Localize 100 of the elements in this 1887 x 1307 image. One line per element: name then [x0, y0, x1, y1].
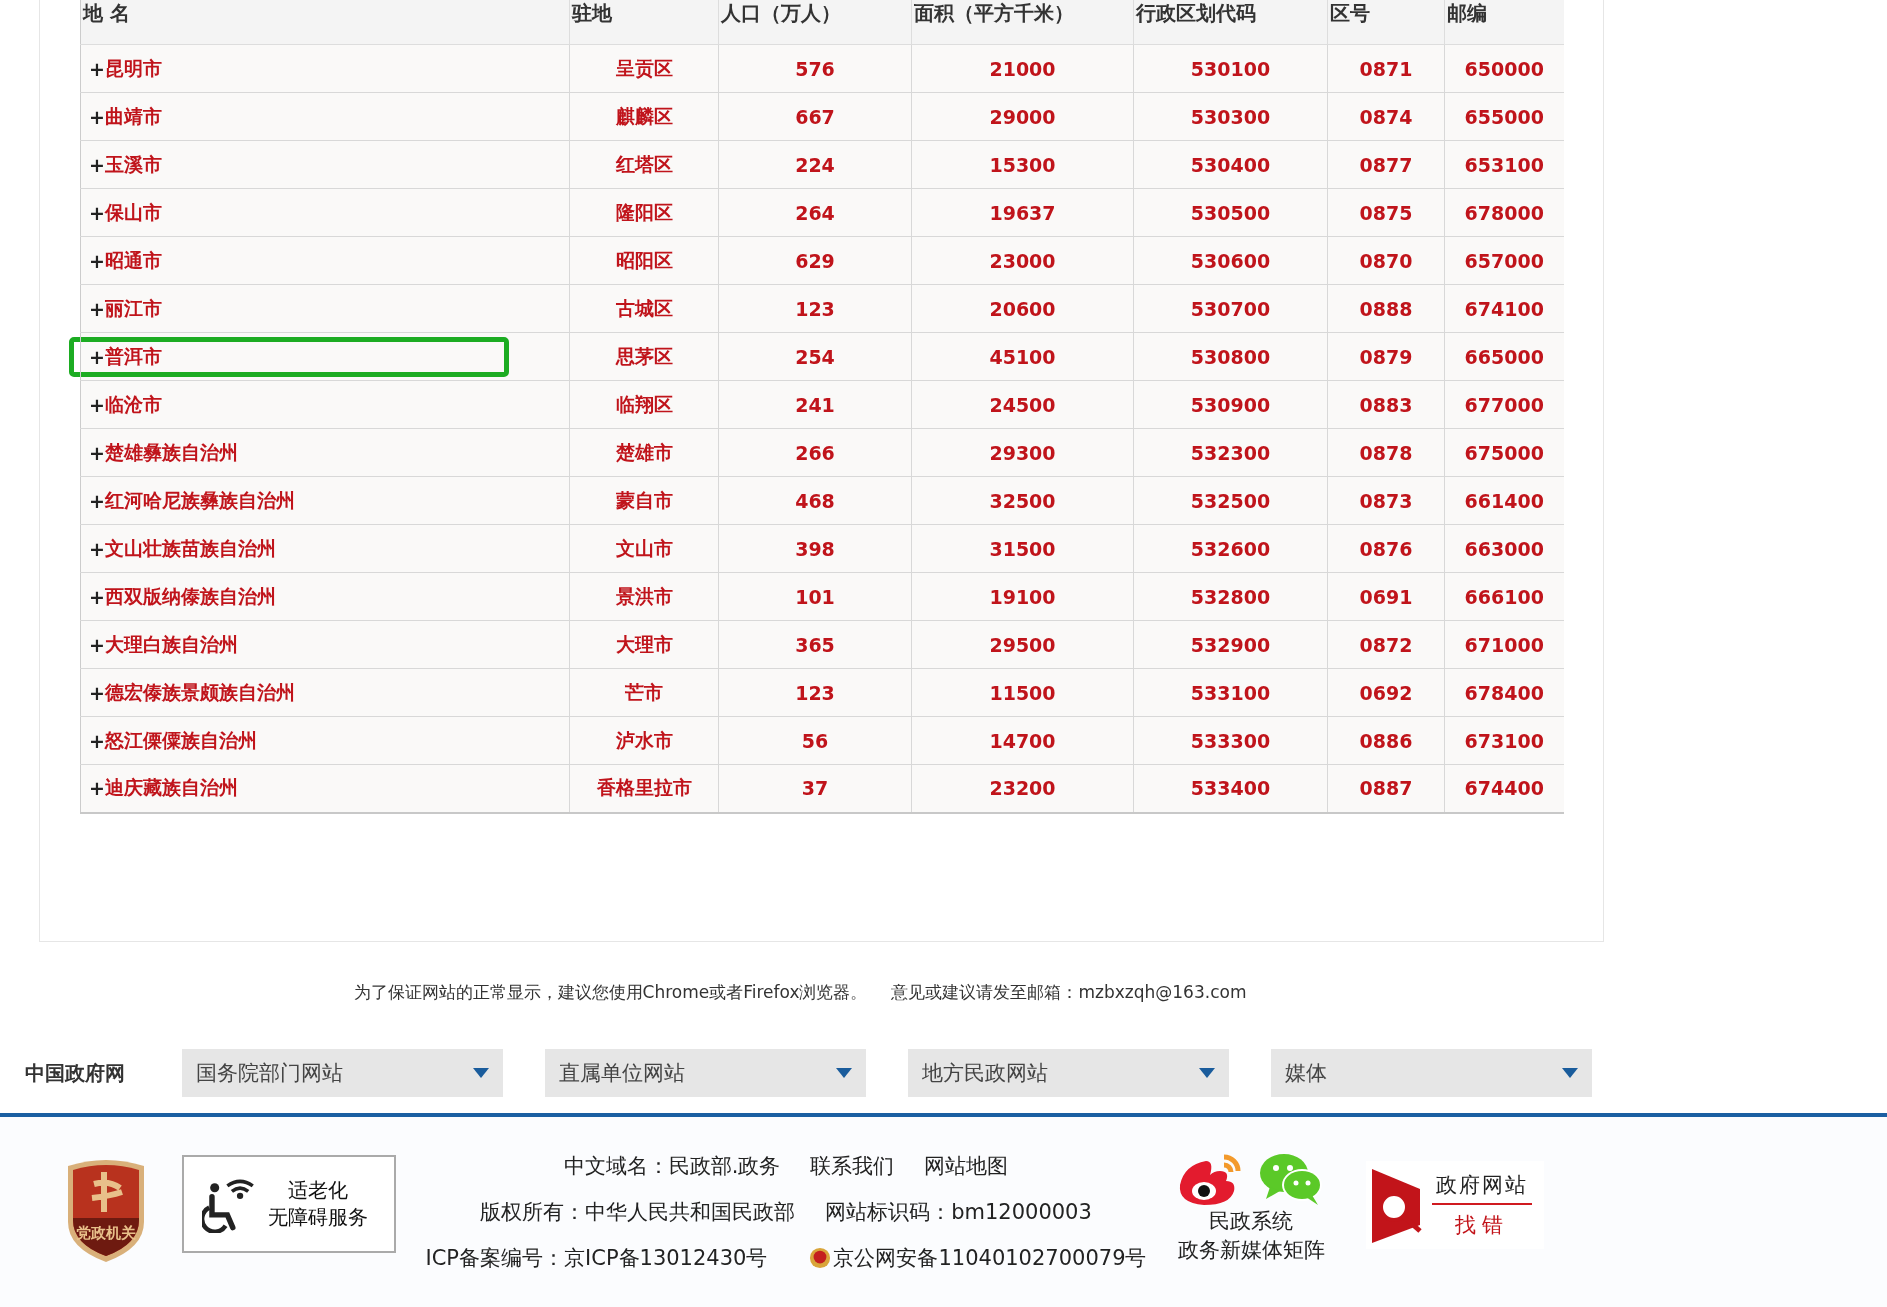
- table-cell: 0875: [1359, 201, 1413, 224]
- table-cell: 123: [795, 681, 835, 704]
- table-cell: 蒙自市: [615, 488, 673, 511]
- police-record-link[interactable]: 京公网安备11040102700079号: [833, 1244, 1147, 1272]
- table-cell: 红塔区: [615, 152, 673, 175]
- sitemap-link[interactable]: 网站地图: [924, 1152, 1009, 1180]
- contact-link[interactable]: 联系我们: [810, 1152, 895, 1180]
- expand-toggle[interactable]: +: [89, 393, 105, 416]
- table-cell: 楚雄市: [615, 440, 673, 463]
- table-cell: 大理市: [615, 632, 673, 655]
- table-cell: 655000: [1464, 105, 1544, 128]
- links-label: 中国政府网: [25, 1059, 126, 1087]
- place-name-link[interactable]: 西双版纳傣族自治州: [104, 583, 276, 610]
- table-cell: 671000: [1464, 633, 1544, 656]
- place-name-link[interactable]: 怒江傈僳族自治州: [104, 727, 257, 754]
- table-cell: 675000: [1464, 441, 1544, 464]
- table-cell: 530100: [1190, 57, 1271, 80]
- table-cell: 224: [795, 153, 835, 176]
- table-cell: 674100: [1464, 297, 1544, 320]
- expand-toggle[interactable]: +: [89, 537, 105, 560]
- table-cell: 麒麟区: [615, 104, 673, 127]
- table-cell: 530500: [1190, 201, 1271, 224]
- place-name-link[interactable]: 丽江市: [104, 295, 162, 322]
- place-name-link[interactable]: 普洱市: [104, 343, 162, 370]
- place-name-link[interactable]: 德宏傣族景颇族自治州: [104, 679, 295, 706]
- place-name-link[interactable]: 红河哈尼族彝族自治州: [104, 487, 295, 514]
- table-cell: 530700: [1190, 297, 1271, 320]
- police-emblem-icon: [809, 1247, 832, 1269]
- table-cell: 呈贡区: [615, 56, 673, 79]
- place-name-link[interactable]: 保山市: [104, 199, 162, 226]
- table-cell: 临翔区: [615, 392, 673, 415]
- table-cell: 0691: [1359, 585, 1413, 608]
- site-dropdown[interactable]: 国务院部门网站: [182, 1049, 503, 1097]
- table-cell: 666100: [1464, 585, 1544, 608]
- table-cell: 23000: [989, 249, 1056, 272]
- error-report-button[interactable]: 政府网站 找错: [1366, 1161, 1544, 1249]
- place-name-link[interactable]: 昆明市: [104, 55, 162, 82]
- table-cell: 23200: [989, 777, 1056, 800]
- expand-toggle[interactable]: +: [89, 681, 105, 704]
- expand-toggle[interactable]: +: [89, 201, 105, 224]
- expand-toggle[interactable]: +: [89, 633, 105, 656]
- table-cell: 37: [801, 777, 829, 800]
- icp-link[interactable]: ICP备案编号：京ICP备13012430号: [425, 1244, 768, 1272]
- place-name-link[interactable]: 曲靖市: [104, 103, 162, 130]
- place-name-link[interactable]: 大理白族自治州: [104, 631, 238, 658]
- column-header: 地 名: [83, 1, 130, 25]
- table-cell: 665000: [1464, 345, 1544, 368]
- expand-toggle[interactable]: +: [89, 249, 105, 272]
- dropdown-caret-icon: [836, 1068, 852, 1078]
- expand-toggle[interactable]: +: [89, 489, 105, 512]
- table-cell: 景洪市: [615, 584, 673, 607]
- table-cell: 673100: [1464, 729, 1544, 752]
- site-dropdown[interactable]: 地方民政网站: [908, 1049, 1229, 1097]
- table-cell: 31500: [989, 537, 1056, 560]
- table-cell: 0883: [1359, 393, 1413, 416]
- place-name-link[interactable]: 文山壮族苗族自治州: [104, 535, 276, 562]
- table-cell: 11500: [989, 681, 1056, 704]
- table-cell: 650000: [1464, 57, 1544, 80]
- place-name-link[interactable]: 楚雄彝族自治州: [104, 439, 238, 466]
- site-dropdown[interactable]: 媒体: [1271, 1049, 1592, 1097]
- table-cell: 思茅区: [615, 344, 673, 367]
- site-dropdown[interactable]: 直属单位网站: [545, 1049, 866, 1097]
- table-cell: 254: [795, 345, 835, 368]
- column-header: 区号: [1330, 1, 1370, 25]
- place-name-link[interactable]: 昭通市: [104, 247, 162, 274]
- expand-toggle[interactable]: +: [89, 585, 105, 608]
- table-cell: 123: [795, 297, 835, 320]
- table-cell: 663000: [1464, 537, 1544, 560]
- table-cell: 657000: [1464, 249, 1544, 272]
- table-cell: 泸水市: [615, 728, 673, 751]
- table-cell: 678000: [1464, 201, 1544, 224]
- expand-toggle[interactable]: +: [89, 153, 105, 176]
- table-cell: 0871: [1359, 57, 1413, 80]
- email-notice: 意见或建议请发至邮箱：mzbxzqh@163.com: [891, 981, 1247, 1004]
- table-cell: 530600: [1190, 249, 1271, 272]
- table-cell: 0876: [1359, 537, 1413, 560]
- column-header: 人口（万人）: [721, 1, 841, 25]
- table-cell: 芒市: [625, 680, 663, 703]
- expand-toggle[interactable]: +: [89, 441, 105, 464]
- table-cell: 45100: [989, 345, 1056, 368]
- expand-toggle[interactable]: +: [89, 105, 105, 128]
- expand-toggle[interactable]: +: [89, 345, 105, 368]
- expand-toggle[interactable]: +: [89, 729, 105, 752]
- place-name-link[interactable]: 迪庆藏族自治州: [104, 775, 238, 802]
- expand-toggle[interactable]: +: [89, 57, 105, 80]
- domain-text: 中文域名：民政部.政务: [563, 1153, 781, 1180]
- table-cell: 0878: [1359, 441, 1413, 464]
- table-cell: 14700: [989, 729, 1056, 752]
- place-name-link[interactable]: 玉溪市: [104, 151, 162, 178]
- table-cell: 0888: [1359, 297, 1413, 320]
- table-cell: 667: [795, 105, 835, 128]
- table-cell: 15300: [989, 153, 1056, 176]
- place-name-link[interactable]: 临沧市: [104, 391, 162, 418]
- table-cell: 533300: [1190, 729, 1271, 752]
- accessibility-button[interactable]: 适老化 无障碍服务: [182, 1155, 396, 1253]
- expand-toggle[interactable]: +: [89, 777, 105, 800]
- table-cell: 0887: [1359, 777, 1413, 800]
- expand-toggle[interactable]: +: [89, 297, 105, 320]
- media-caption: 政务新媒体矩阵: [1177, 1237, 1325, 1265]
- dropdown-caret-icon: [1199, 1068, 1215, 1078]
